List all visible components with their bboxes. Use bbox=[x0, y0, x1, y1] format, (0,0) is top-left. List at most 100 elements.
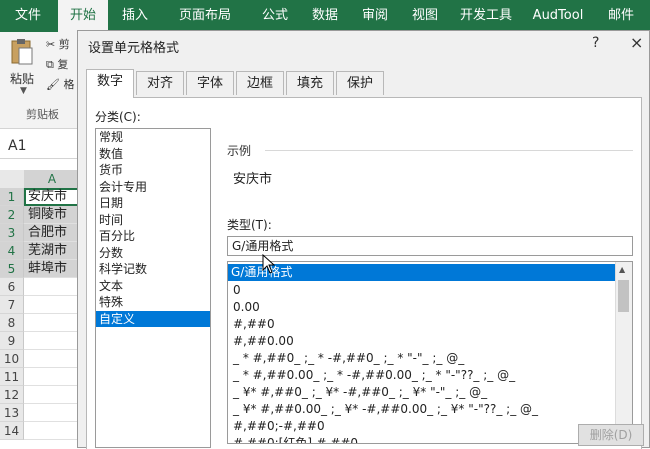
cell-empty[interactable] bbox=[24, 404, 80, 422]
row-header[interactable]: 13 bbox=[0, 404, 24, 422]
format-item[interactable]: _ * #,##0_ ;_ * -#,##0_ ;_ * "-"_ ;_ @_ bbox=[230, 350, 464, 367]
cut-button[interactable]: ✂ 剪 bbox=[46, 36, 70, 54]
category-item[interactable]: 日期 bbox=[96, 195, 210, 212]
row-header[interactable]: 1 bbox=[0, 188, 24, 206]
column-header-a[interactable]: A bbox=[24, 170, 80, 190]
cell-empty[interactable] bbox=[24, 350, 80, 368]
format-item[interactable]: #,##0;[红色]-#,##0 bbox=[230, 435, 358, 443]
ribbon-tab-audtool[interactable]: AudTool bbox=[524, 0, 592, 32]
sample-label: 示例 bbox=[227, 144, 252, 158]
format-item[interactable]: _ ¥* #,##0_ ;_ ¥* -#,##0_ ;_ ¥* "-"_ ;_ … bbox=[230, 384, 487, 401]
dialog-title: 设置单元格格式 bbox=[88, 41, 180, 56]
format-item[interactable]: #,##0;-#,##0 bbox=[230, 418, 325, 435]
cell-empty[interactable] bbox=[24, 314, 80, 332]
format-painter-button[interactable]: 🖌 格 bbox=[46, 76, 74, 94]
cell-empty[interactable] bbox=[24, 278, 80, 296]
type-label: 类型(T): bbox=[227, 218, 272, 232]
cell-a1[interactable]: 安庆市 bbox=[24, 188, 80, 206]
category-label: 分类(C): bbox=[95, 110, 141, 124]
name-box[interactable]: A1 bbox=[0, 136, 80, 159]
row-header[interactable]: 8 bbox=[0, 314, 24, 332]
cell-empty[interactable] bbox=[24, 296, 80, 314]
category-item[interactable]: 分数 bbox=[96, 245, 210, 262]
category-item[interactable]: 百分比 bbox=[96, 228, 210, 245]
number-tab-panel: 分类(C): 常规 数值 货币 会计专用 日期 时间 百分比 分数 科学记数 文… bbox=[86, 97, 642, 449]
category-item[interactable]: 会计专用 bbox=[96, 179, 210, 196]
ribbon-tab-mail[interactable]: 邮件 bbox=[596, 0, 646, 32]
ribbon-tab-insert[interactable]: 插入 bbox=[110, 0, 160, 32]
cell-a4[interactable]: 芜湖市 bbox=[24, 242, 80, 260]
format-item[interactable]: _ * #,##0.00_ ;_ * -#,##0.00_ ;_ * "-"??… bbox=[230, 367, 515, 384]
cell-empty[interactable] bbox=[24, 422, 80, 440]
cell-a2[interactable]: 铜陵市 bbox=[24, 206, 80, 224]
tab-font[interactable]: 字体 bbox=[186, 71, 234, 95]
close-icon[interactable]: × bbox=[630, 33, 643, 52]
paste-icon[interactable] bbox=[10, 38, 34, 66]
name-box-value: A1 bbox=[8, 138, 27, 154]
category-item[interactable]: 特殊 bbox=[96, 294, 210, 311]
category-list[interactable]: 常规 数值 货币 会计专用 日期 时间 百分比 分数 科学记数 文本 特殊 自定… bbox=[95, 128, 211, 448]
cell-a3[interactable]: 合肥市 bbox=[24, 224, 80, 242]
format-item-selected[interactable]: G/通用格式 bbox=[228, 264, 632, 281]
format-item[interactable]: #,##0 bbox=[230, 316, 275, 333]
row-header[interactable]: 2 bbox=[0, 206, 24, 224]
copy-button[interactable]: ⧉ 复 bbox=[46, 56, 68, 74]
type-input[interactable]: G/通用格式 bbox=[227, 236, 633, 256]
tab-number[interactable]: 数字 bbox=[86, 69, 134, 98]
delete-button[interactable]: 删除(D) bbox=[578, 424, 644, 446]
format-item[interactable]: 0 bbox=[230, 282, 241, 299]
category-item[interactable]: 数值 bbox=[96, 146, 210, 163]
ribbon-tab-developer[interactable]: 开发工具 bbox=[450, 0, 522, 32]
format-item[interactable]: 0.00 bbox=[230, 299, 260, 316]
tab-fill[interactable]: 填充 bbox=[286, 71, 334, 95]
row-header[interactable]: 11 bbox=[0, 368, 24, 386]
format-code-list[interactable]: G/通用格式 0 0.00 #,##0 #,##0.00 _ * #,##0_ … bbox=[227, 261, 633, 444]
cell-empty[interactable] bbox=[24, 368, 80, 386]
category-item[interactable]: 时间 bbox=[96, 212, 210, 229]
paste-button[interactable]: 粘贴 bbox=[10, 70, 34, 87]
scroll-thumb[interactable] bbox=[618, 280, 629, 312]
category-item[interactable]: 科学记数 bbox=[96, 261, 210, 278]
tab-alignment[interactable]: 对齐 bbox=[136, 71, 184, 95]
paste-dropdown-icon[interactable]: ▼ bbox=[20, 86, 27, 96]
format-item[interactable]: #,##0.00 bbox=[230, 333, 294, 350]
row-header[interactable]: 12 bbox=[0, 386, 24, 404]
cell-empty[interactable] bbox=[24, 386, 80, 404]
tab-protection[interactable]: 保护 bbox=[336, 71, 384, 95]
clipboard-group-label: 剪贴板 bbox=[26, 108, 59, 121]
ribbon-tab-formulas[interactable]: 公式 bbox=[250, 0, 300, 32]
row-header[interactable]: 7 bbox=[0, 296, 24, 314]
select-all-corner[interactable] bbox=[0, 170, 25, 188]
cell-empty[interactable] bbox=[24, 332, 80, 350]
brush-icon: 🖌 bbox=[46, 78, 60, 91]
ribbon-tab-data[interactable]: 数据 bbox=[300, 0, 350, 32]
tab-border[interactable]: 边框 bbox=[236, 71, 284, 95]
row-header[interactable]: 9 bbox=[0, 332, 24, 350]
format-list-scrollbar[interactable]: ▲ ▼ bbox=[615, 262, 632, 443]
row-header[interactable]: 10 bbox=[0, 350, 24, 368]
help-icon[interactable]: ? bbox=[592, 35, 599, 51]
row-header[interactable]: 6 bbox=[0, 278, 24, 296]
cell-a5[interactable]: 蚌埠市 bbox=[24, 260, 80, 278]
sample-value: 安庆市 bbox=[233, 172, 273, 187]
ribbon-tab-view[interactable]: 视图 bbox=[400, 0, 450, 32]
format-item[interactable]: _ ¥* #,##0.00_ ;_ ¥* -#,##0.00_ ;_ ¥* "-… bbox=[230, 401, 538, 418]
ribbon-tab-home[interactable]: 开始 bbox=[58, 0, 108, 32]
row-header[interactable]: 5 bbox=[0, 260, 24, 278]
ribbon-tab-bar: 文件 开始 插入 页面布局 公式 数据 审阅 视图 开发工具 AudTool 邮… bbox=[0, 0, 650, 32]
mouse-cursor-icon bbox=[262, 253, 276, 277]
ribbon-tab-review[interactable]: 审阅 bbox=[350, 0, 400, 32]
category-item[interactable]: 常规 bbox=[96, 129, 210, 146]
ribbon-tab-file[interactable]: 文件 bbox=[0, 0, 56, 32]
category-item[interactable]: 文本 bbox=[96, 278, 210, 295]
ribbon-body: 粘贴 ▼ ✂ 剪 ⧉ 复 🖌 格 剪贴板 bbox=[0, 32, 80, 129]
ribbon-tab-page-layout[interactable]: 页面布局 bbox=[162, 0, 248, 32]
category-item[interactable]: 货币 bbox=[96, 162, 210, 179]
category-item-custom[interactable]: 自定义 bbox=[96, 310, 210, 327]
sheet-grid: A 1 2 3 4 5 6 7 8 9 10 11 12 13 14 安庆市 铜… bbox=[0, 170, 80, 448]
scroll-up-icon[interactable]: ▲ bbox=[619, 265, 625, 274]
row-header[interactable]: 14 bbox=[0, 422, 24, 440]
format-cells-dialog: 设置单元格格式 ? × 数字 对齐 字体 边框 填充 保护 分类(C): 常规 … bbox=[77, 30, 650, 449]
row-header[interactable]: 3 bbox=[0, 224, 24, 242]
row-header[interactable]: 4 bbox=[0, 242, 24, 260]
